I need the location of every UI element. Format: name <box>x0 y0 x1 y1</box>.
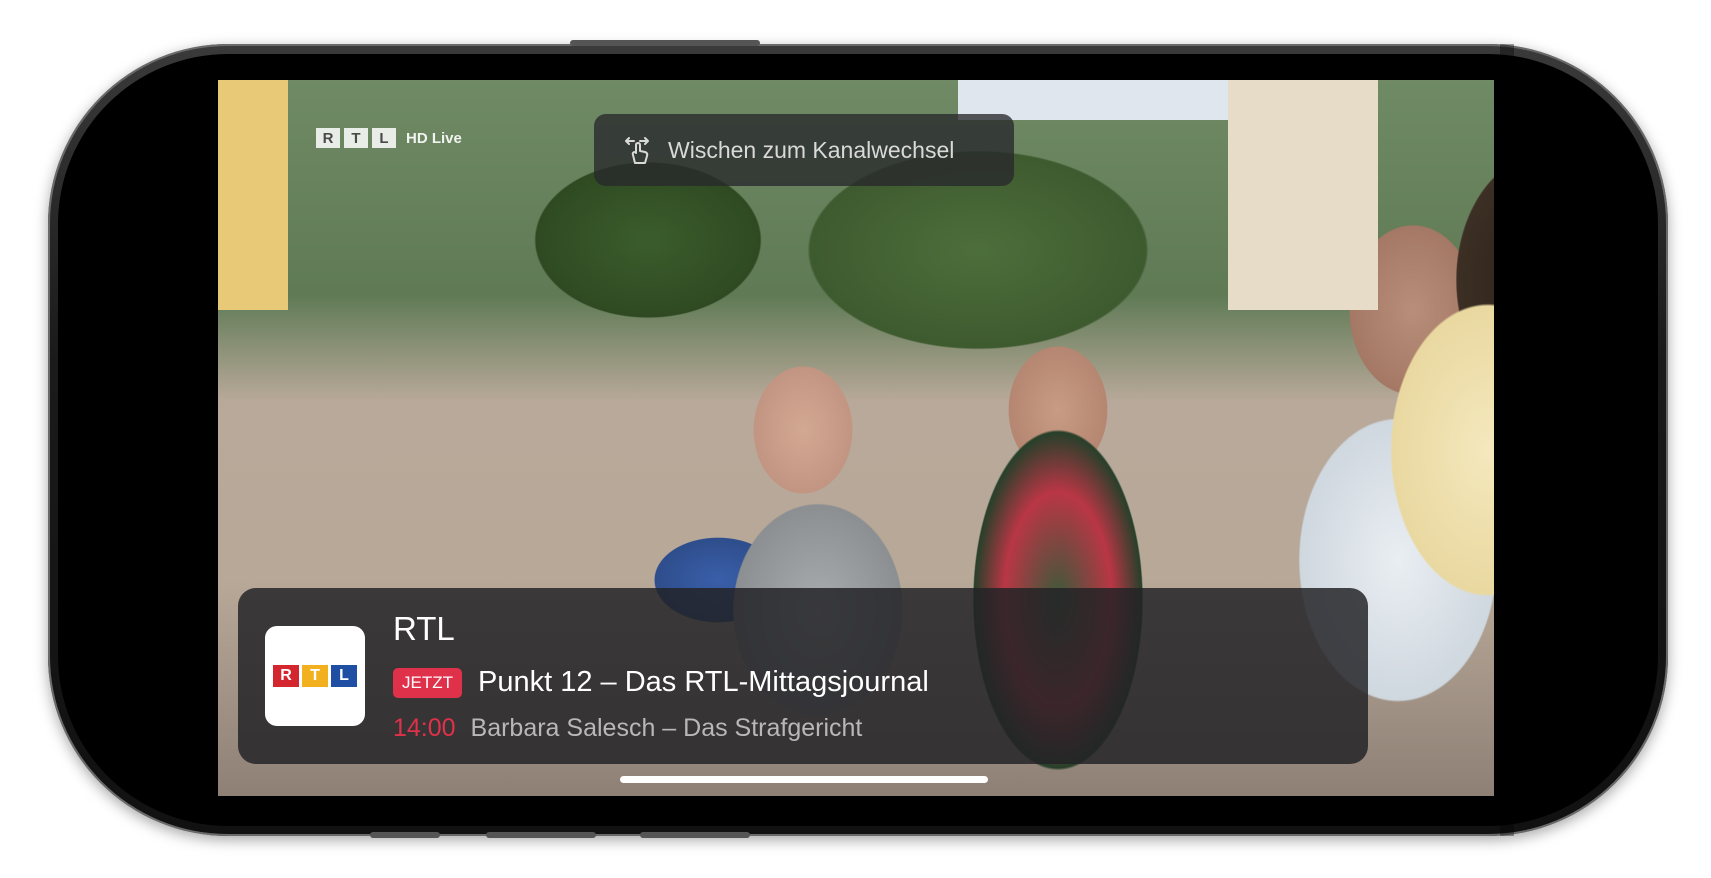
video-building <box>1228 80 1378 310</box>
watermark-letter: L <box>372 128 396 148</box>
video-player[interactable]: R T L HD Live Wischen zum Kanalwechsel R… <box>218 80 1494 796</box>
video-building <box>218 80 288 310</box>
swipe-hint-toast: Wischen zum Kanalwechsel <box>594 114 1014 186</box>
now-playing-row: JETZT Punkt 12 – Das RTL-Mittagsjournal <box>393 666 929 699</box>
now-badge: JETZT <box>393 667 462 698</box>
logo-letter: R <box>273 665 299 687</box>
swipe-hand-icon <box>625 137 649 164</box>
logo-letter: L <box>331 665 357 687</box>
channel-logo: R T L <box>265 626 365 726</box>
hardware-button <box>570 40 760 46</box>
hardware-button <box>370 832 440 838</box>
watermark-suffix: HD Live <box>406 129 462 147</box>
channel-info-panel[interactable]: R T L RTL JETZT Punkt 12 – Das RTL-Mitta… <box>238 588 1368 764</box>
now-program-title: Punkt 12 – Das RTL-Mittagsjournal <box>478 666 929 698</box>
next-program-row: 14:00 Barbara Salesch – Das Strafgericht <box>393 714 862 743</box>
rtl-logo-icon: R T L <box>273 665 357 687</box>
volume-up-button <box>486 832 596 838</box>
next-program-title: Barbara Salesch – Das Strafgericht <box>470 714 863 742</box>
volume-down-button <box>640 832 750 838</box>
watermark-letter: R <box>316 128 340 148</box>
next-program-time: 14:00 <box>393 714 456 742</box>
swipe-hint-text: Wischen zum Kanalwechsel <box>668 136 955 163</box>
channel-name: RTL <box>393 610 455 647</box>
logo-letter: T <box>302 665 328 687</box>
channel-watermark: R T L HD Live <box>316 128 462 148</box>
antenna-line <box>1500 44 1514 836</box>
home-indicator[interactable] <box>620 776 988 783</box>
watermark-letter: T <box>344 128 368 148</box>
